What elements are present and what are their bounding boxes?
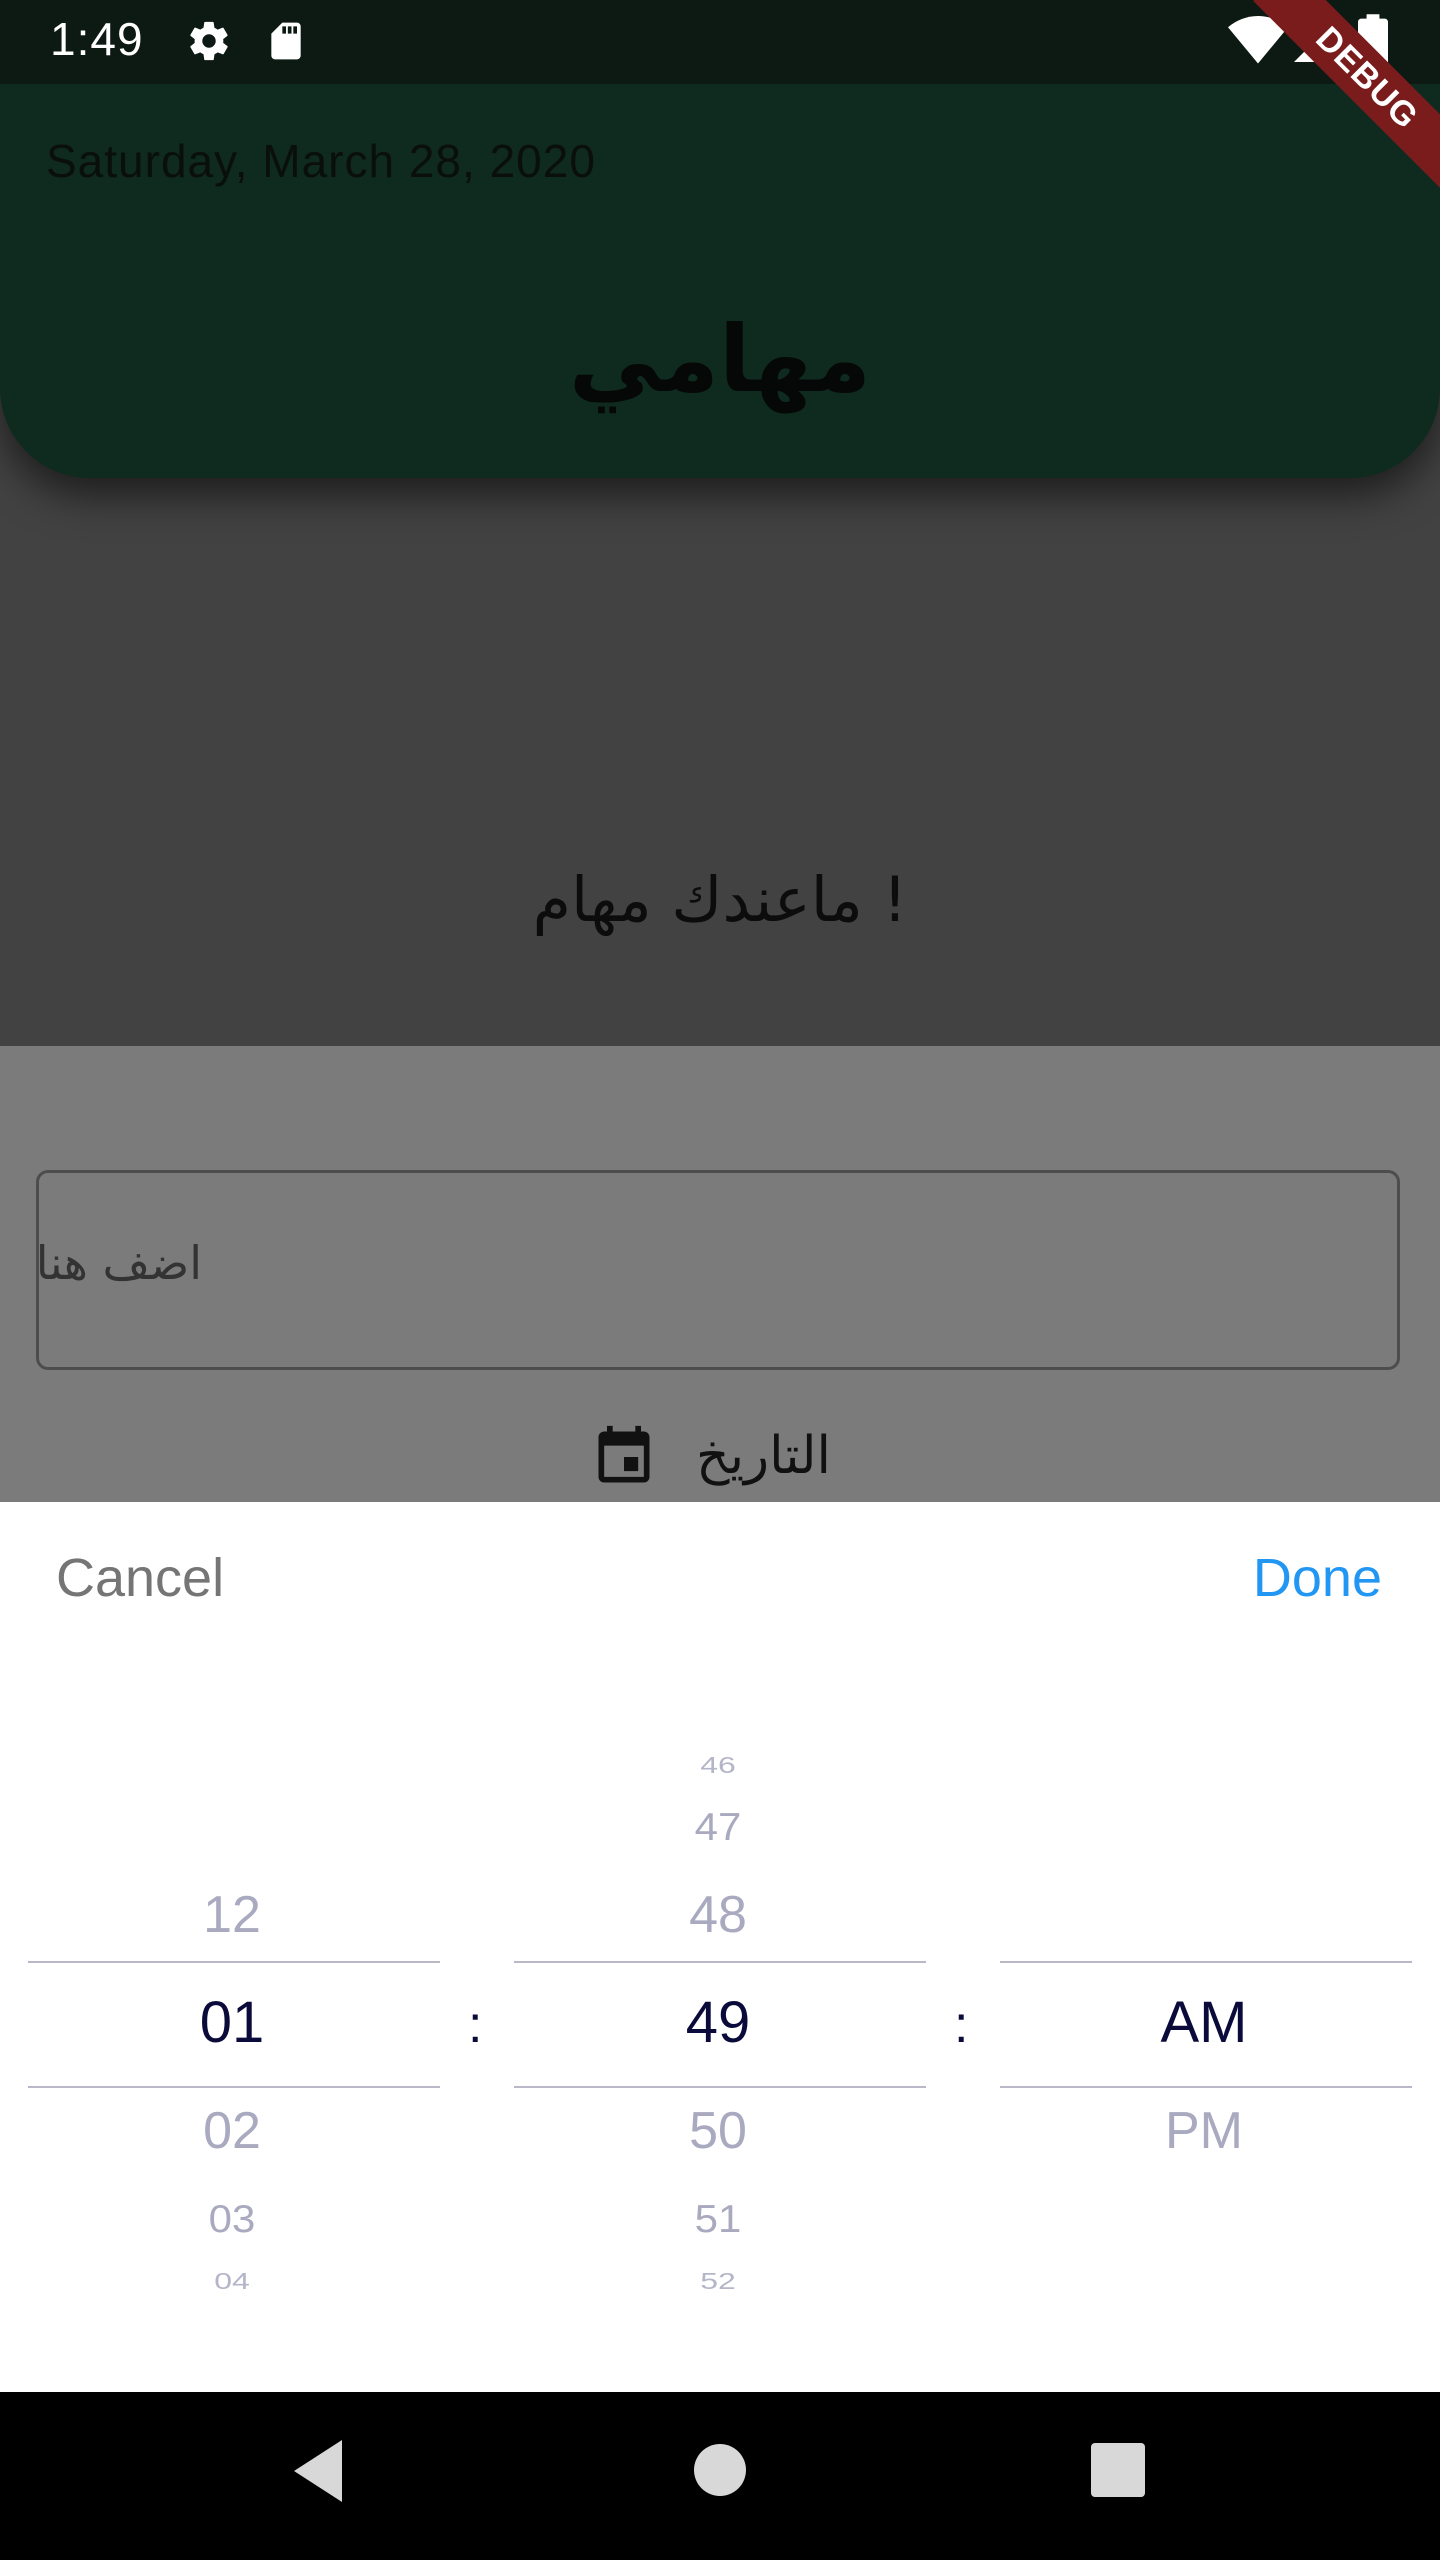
selection-line-bottom: [1000, 2086, 1412, 2088]
back-icon[interactable]: [290, 2436, 350, 2510]
status-time: 1:49: [50, 13, 144, 65]
period-selected[interactable]: AM: [1054, 1988, 1354, 2058]
selection-line-top: [1000, 1961, 1412, 1963]
hour-selected[interactable]: 01: [82, 1988, 382, 2058]
task-input-placeholder: اضف هنا: [35, 1236, 202, 1290]
time-separator: :: [954, 1996, 969, 2054]
minute-option[interactable]: 46: [568, 1751, 868, 1779]
navigation-bar: [0, 2392, 1440, 2560]
period-option[interactable]: PM: [1054, 2100, 1354, 2162]
page-title: مهامي: [568, 306, 872, 413]
hour-option[interactable]: 02: [82, 2100, 382, 2162]
home-icon[interactable]: [692, 2442, 748, 2502]
minute-option[interactable]: 51: [568, 2196, 868, 2242]
add-task-sheet: اضف هنا التاريخ: [0, 1046, 1440, 1506]
screen: 1:49 DEBUG Saturday, March 28, 2020 مهام…: [0, 0, 1440, 2560]
hour-option[interactable]: 03: [82, 2196, 382, 2242]
calendar-icon: [590, 1422, 658, 1496]
selection-line-top: [514, 1961, 926, 1963]
hour-option[interactable]: 12: [82, 1884, 382, 1946]
gear-icon: [186, 18, 232, 68]
sd-card-icon: [264, 18, 308, 68]
minute-option[interactable]: 50: [568, 2100, 868, 2162]
date-label: التاريخ: [696, 1426, 831, 1486]
wifi-icon: [1228, 16, 1288, 70]
status-bar: 1:49: [0, 0, 1440, 84]
minute-selected[interactable]: 49: [568, 1988, 868, 2058]
cancel-button[interactable]: Cancel: [56, 1547, 224, 1609]
selection-line-top: [28, 1961, 440, 1963]
task-input[interactable]: اضف هنا: [36, 1170, 1400, 1370]
date-picker-button[interactable]: التاريخ: [0, 1416, 1440, 1496]
battery-icon: [1358, 14, 1388, 70]
header-date: Saturday, March 28, 2020: [46, 135, 596, 187]
time-picker: Cancel Done : : 12 01 02 03 04 46 47 48 49 50 51 5…: [0, 1502, 1440, 2392]
selection-line-bottom: [514, 2086, 926, 2088]
cell-signal-icon: [1290, 18, 1338, 70]
done-button[interactable]: Done: [1253, 1547, 1382, 1609]
time-separator: :: [468, 1996, 483, 2054]
minute-option[interactable]: 52: [568, 2267, 868, 2295]
minute-option[interactable]: 48: [568, 1884, 868, 1946]
hour-option[interactable]: 04: [82, 2267, 382, 2295]
minute-option[interactable]: 47: [568, 1804, 868, 1850]
empty-state-text: ماعندك مهام !: [532, 863, 908, 936]
recents-icon[interactable]: [1090, 2442, 1146, 2502]
selection-line-bottom: [28, 2086, 440, 2088]
